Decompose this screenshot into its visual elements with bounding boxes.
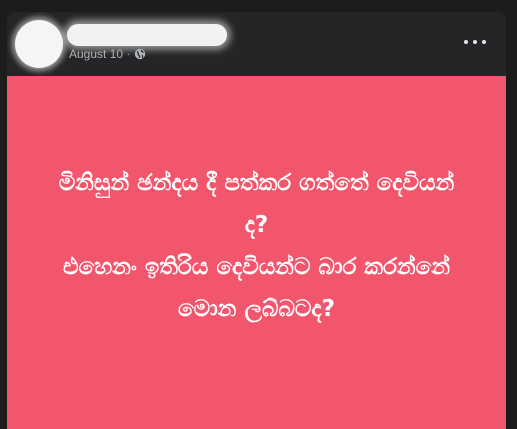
post-text: මිනිසුන් ඡන්දය දී පත්කර ගත්තේ දෙවියන් ද?… [27, 162, 487, 330]
post-text-line: එහෙනං ඉතිරිය දෙවියන්ට බාර කරන්නේ [62, 253, 451, 280]
post-meta: August 10 · [69, 46, 146, 62]
globe-icon[interactable] [134, 48, 146, 60]
more-dot [482, 40, 486, 44]
post-header: August 10 · [7, 12, 506, 76]
post-date[interactable]: August 10 [69, 47, 123, 61]
meta-separator: · [127, 48, 131, 60]
avatar[interactable] [15, 20, 63, 68]
post-text-line: මොන ලබ්බටද? [178, 295, 335, 322]
post-text-line: ද? [244, 211, 269, 238]
post-text-background: මිනිසුන් ඡන්දය දී පත්කර ගත්තේ දෙවියන් ද?… [7, 76, 506, 429]
author-name-redacted[interactable] [67, 24, 227, 46]
post-text-line: මිනිසුන් ඡන්දය දී පත්කර ගත්තේ දෙවියන් [58, 169, 455, 196]
more-dot [473, 40, 477, 44]
more-dot [464, 40, 468, 44]
post-card: August 10 · මිනිසුන් ඡන්දය දී පත්කර ගත්ත… [7, 12, 506, 429]
more-options-icon[interactable] [464, 34, 486, 50]
